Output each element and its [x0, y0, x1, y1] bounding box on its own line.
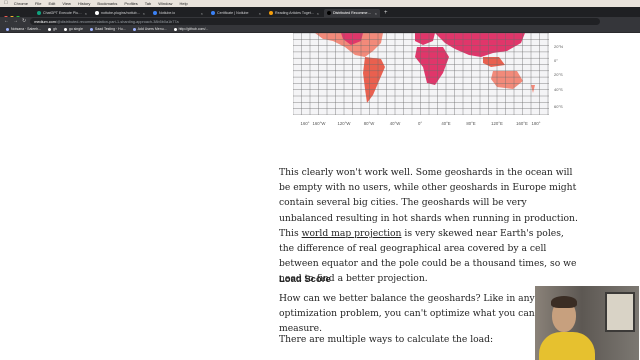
- back-icon[interactable]: ←: [4, 17, 9, 26]
- bookmark-item[interactable]: gh: [47, 27, 57, 31]
- github-icon: [173, 27, 177, 31]
- longitude-label: 160°W: [312, 121, 326, 126]
- address-bar[interactable]: medium.com/@distributed-recommendation-p…: [30, 18, 600, 25]
- latitude-label: 60°S: [554, 104, 563, 109]
- github-icon: [47, 27, 51, 31]
- bookmark-label: gh: [52, 27, 57, 31]
- presenter-shirt: [539, 332, 595, 360]
- article-paragraph: There are multiple ways to calculate the…: [279, 334, 494, 345]
- section-heading-load-score: Load Score: [279, 274, 331, 285]
- bookmark-icon: [6, 27, 9, 31]
- close-tab-icon[interactable]: ×: [85, 11, 87, 16]
- browser-tab[interactable]: Certificate | Notlube ×: [208, 9, 264, 17]
- longitude-label: 120°W: [337, 121, 351, 126]
- apple-icon[interactable]: : [4, 0, 8, 7]
- longitude-label: 40°E: [441, 121, 451, 126]
- menu-item-chrome[interactable]: Chrome: [14, 0, 28, 7]
- browser-tab[interactable]: nottube-plugins/nottube/nc...×: [92, 9, 148, 17]
- bookmark-label: Notsana · Saleeh...: [11, 27, 41, 31]
- tab-label: Reading Articles Together · Li...: [275, 11, 315, 15]
- bookmark-label: Add Users Menu...: [137, 27, 167, 31]
- longitude-label: 80°E: [466, 121, 476, 126]
- close-tab-icon[interactable]: ×: [375, 11, 377, 16]
- bookmark-label: Saad Testing · Hu...: [94, 27, 126, 31]
- world-map-image: [293, 33, 549, 115]
- latitude-label: 0°: [554, 58, 558, 63]
- close-tab-icon[interactable]: ×: [201, 11, 203, 16]
- forward-icon[interactable]: →: [13, 17, 18, 26]
- bookmark-item[interactable]: Saad Testing · Hu...: [89, 27, 126, 31]
- browser-tab[interactable]: Notlube.io ×: [150, 9, 206, 17]
- bookmark-item[interactable]: Add Users Menu...: [132, 27, 167, 31]
- bookmark-icon: [132, 27, 136, 31]
- presenter-hair: [551, 296, 577, 308]
- favicon-icon: [37, 11, 41, 15]
- menu-item-profiles[interactable]: Profiles: [124, 0, 137, 7]
- article-paragraph: How can we better balance the geoshards?…: [279, 293, 570, 335]
- longitude-label: 0°: [417, 121, 423, 126]
- menu-item-bookmarks[interactable]: Bookmarks: [97, 0, 117, 7]
- medium-icon: [327, 11, 331, 15]
- address-host: medium.com: [34, 19, 56, 24]
- address-path: /@distributed-recommendation-part-1-shar…: [55, 19, 179, 24]
- github-icon: [95, 11, 99, 15]
- bookmark-icon: [89, 27, 93, 31]
- menu-item-file[interactable]: File: [35, 0, 41, 7]
- longitude-label: 180°: [531, 121, 541, 126]
- menu-bar:  Chrome File Edit View History Bookmark…: [0, 0, 640, 7]
- menu-item-edit[interactable]: Edit: [48, 0, 55, 7]
- bookmark-item[interactable]: go single: [63, 27, 83, 31]
- bookmark-item[interactable]: Notsana · Saleeh...: [6, 27, 41, 31]
- tab-label: Distributed Recommendatio...: [333, 11, 373, 15]
- toolbar: ← → ↻ medium.com/@distributed-recommenda…: [0, 17, 640, 26]
- tab-label: Notlube.io: [159, 11, 176, 15]
- latitude-label: 40°S: [554, 87, 563, 92]
- favicon-icon: [211, 11, 215, 15]
- menu-item-tab[interactable]: Tab: [145, 0, 151, 7]
- longitude-label: 160°: [300, 121, 310, 126]
- bookmarks-bar: Notsana · Saleeh... gh go single Saad Te…: [0, 26, 640, 33]
- reload-icon[interactable]: ↻: [22, 17, 26, 26]
- close-tab-icon[interactable]: ×: [259, 11, 261, 16]
- new-tab-icon[interactable]: +: [384, 9, 388, 17]
- latitude-label: 20°S: [554, 72, 563, 77]
- latitude-label: 20°N: [554, 44, 563, 49]
- close-tab-icon[interactable]: ×: [143, 11, 145, 16]
- menu-item-history[interactable]: History: [78, 0, 90, 7]
- longitude-label: 80°W: [363, 121, 375, 126]
- world-map-projection-link[interactable]: world map projection: [302, 228, 402, 239]
- bookmark-label: http://github.com/...: [178, 27, 209, 31]
- favicon-icon: [153, 11, 157, 15]
- tab-label: ChatGPT Execute Plugin · Er...: [43, 11, 83, 15]
- close-tab-icon[interactable]: ×: [317, 11, 319, 16]
- longitude-label: 160°E: [516, 121, 528, 126]
- favicon-icon: [269, 11, 273, 15]
- tab-label: Certificate | Notlube: [217, 11, 249, 15]
- longitude-label: 40°W: [389, 121, 401, 126]
- tab-label: nottube-plugins/nottube/nc...: [101, 11, 141, 15]
- browser-tab[interactable]: Reading Articles Together · Li...×: [266, 9, 322, 17]
- menu-item-window[interactable]: Window: [158, 0, 172, 7]
- github-icon: [63, 27, 67, 31]
- tab-strip: ChatGPT Execute Plugin · Er...× nottube-…: [0, 7, 640, 20]
- wall-picture-frame: [605, 292, 635, 332]
- webcam-overlay: [535, 286, 639, 360]
- bookmark-label: go single: [68, 27, 83, 31]
- menu-item-view[interactable]: View: [62, 0, 71, 7]
- browser-tab-active[interactable]: Distributed Recommendatio...×: [324, 9, 380, 17]
- browser-tab[interactable]: ChatGPT Execute Plugin · Er...×: [34, 9, 90, 17]
- menu-item-help[interactable]: Help: [179, 0, 187, 7]
- longitude-label: 120°E: [491, 121, 503, 126]
- article-paragraph: This clearly won't work well. Some geosh…: [279, 165, 579, 287]
- world-map-grid-figure: [293, 33, 549, 115]
- bookmark-item[interactable]: http://github.com/...: [173, 27, 209, 31]
